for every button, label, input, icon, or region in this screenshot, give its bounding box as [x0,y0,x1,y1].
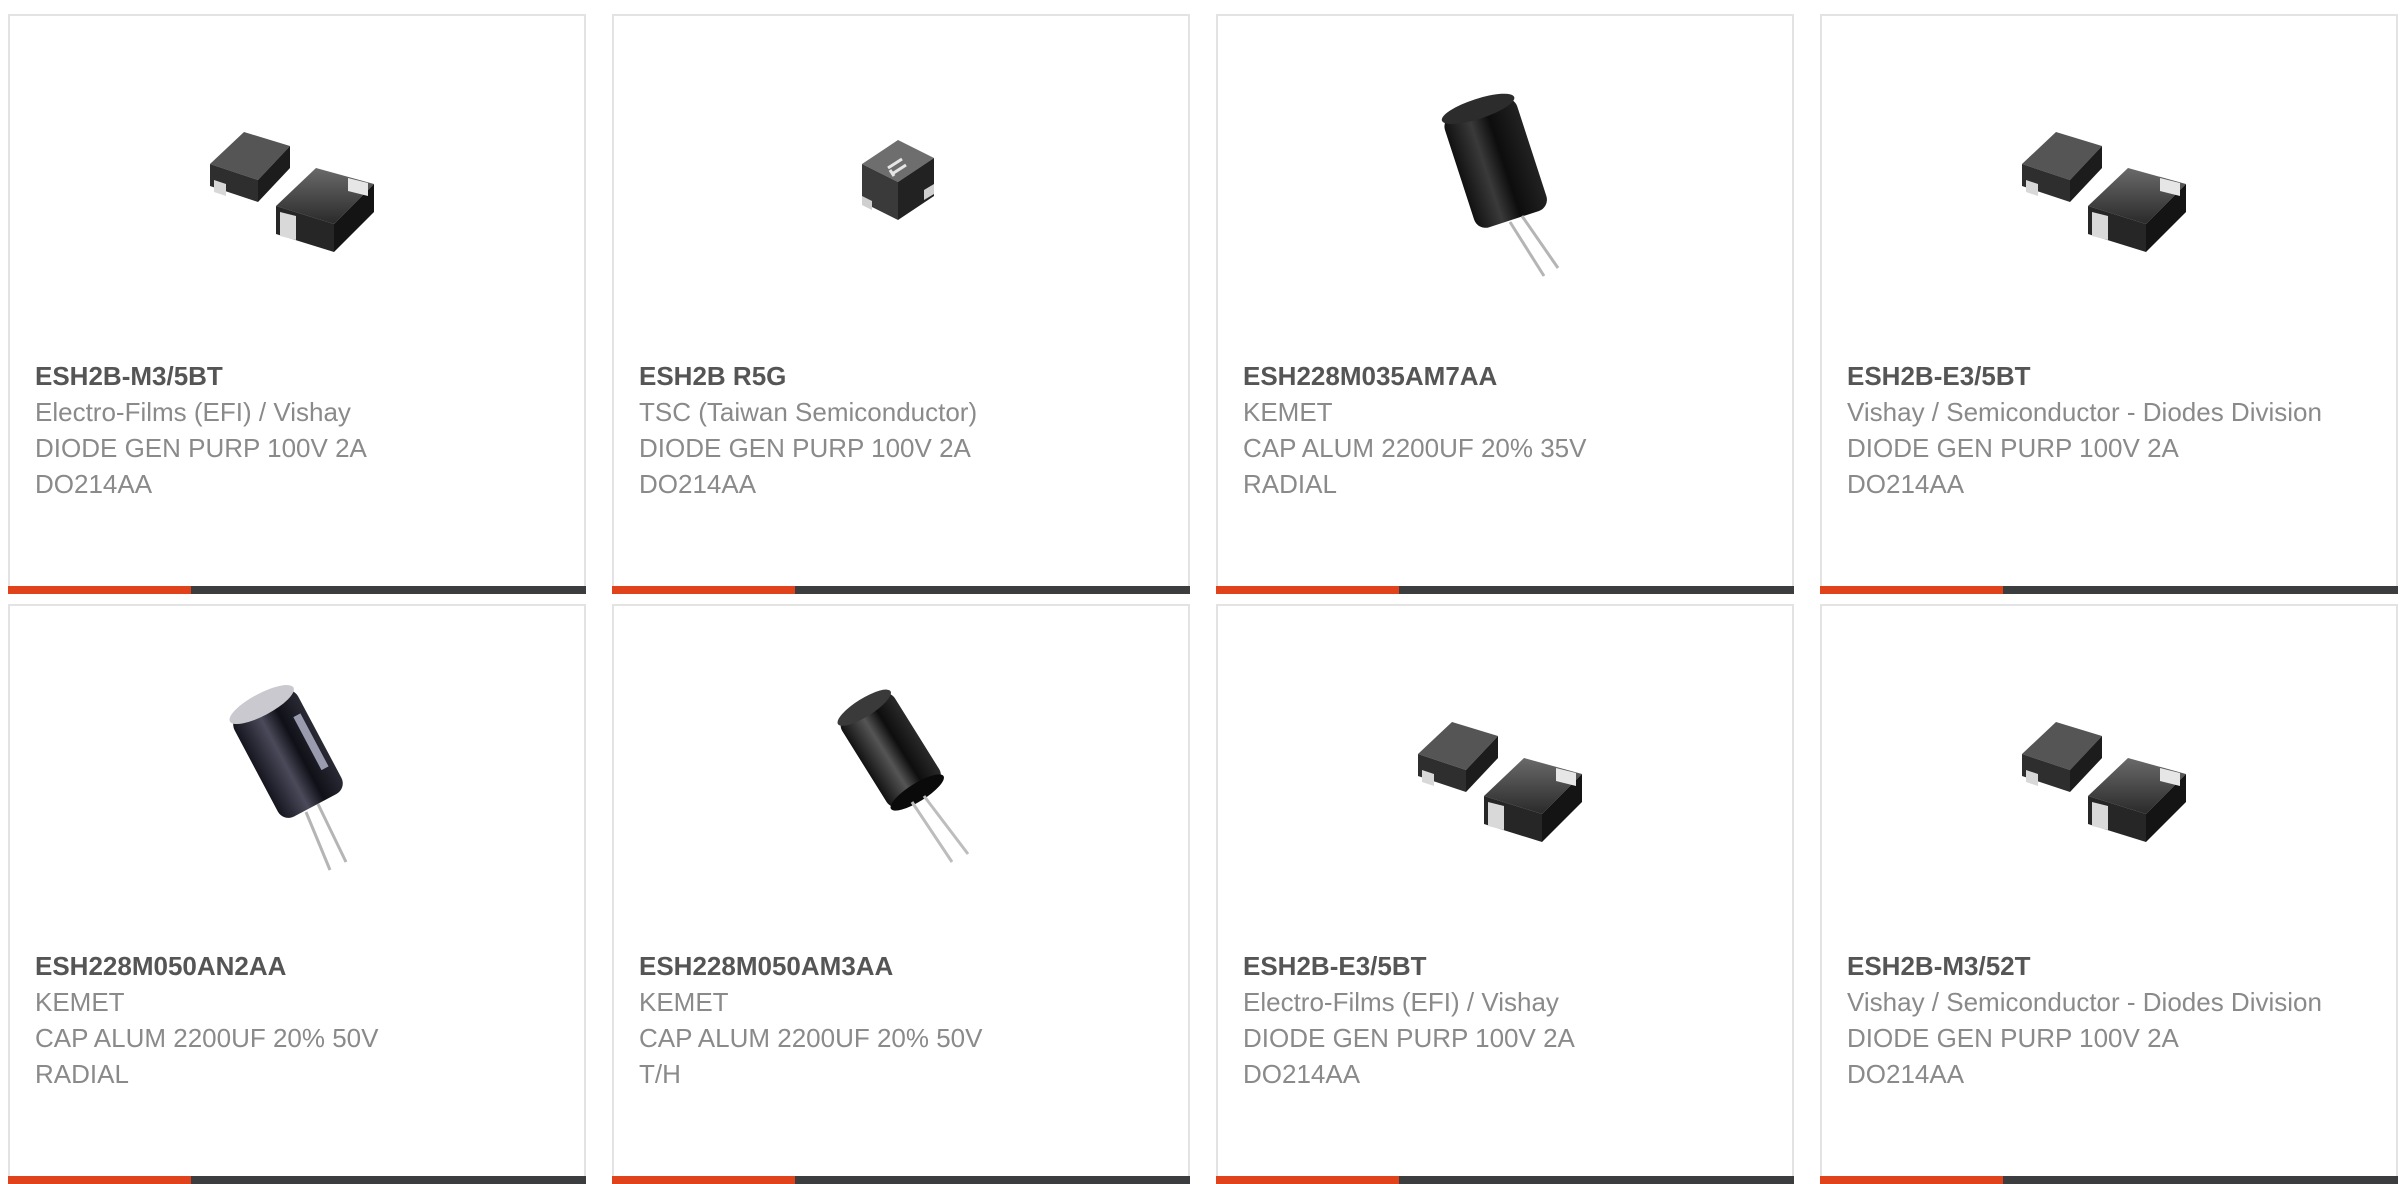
manufacturer: KEMET [35,987,125,1017]
description: DIODE GEN PURP 100V 2A [35,433,367,463]
package: DO214AA [639,469,757,499]
product-info: ESH228M035AM7AA KEMET CAP ALUM 2200UF 20… [1243,358,1763,502]
package: DO214AA [1243,1059,1361,1089]
card-bottom-bar [612,1176,1190,1184]
card-bottom-bar [8,586,586,594]
card-bottom-bar [1216,586,1794,594]
card-accent-bar [8,1176,191,1184]
package: DO214AA [1847,469,1965,499]
package: DO214AA [1847,1059,1965,1089]
electrolytic-capacitor-icon [837,689,970,863]
product-card[interactable]: ESH228M050AN2AA KEMET CAP ALUM 2200UF 20… [8,604,586,1184]
card-bottom-bar [1216,1176,1794,1184]
electrolytic-capacitor-icon [1441,93,1560,277]
card-bottom-bar [612,586,1190,594]
product-card[interactable]: ESH228M050AM3AA KEMET CAP ALUM 2200UF 20… [612,604,1190,1184]
description: DIODE GEN PURP 100V 2A [1847,1023,2179,1053]
product-info: ESH2B-M3/52T Vishay / Semiconductor - Di… [1847,948,2367,1092]
card-accent-bar [1216,586,1399,594]
package: RADIAL [35,1059,129,1089]
package: T/H [639,1059,681,1089]
card-bottom-bar [8,1176,586,1184]
smd-diode-pair-icon [2022,722,2186,842]
product-info: ESH228M050AN2AA KEMET CAP ALUM 2200UF 20… [35,948,555,1092]
product-card[interactable]: ESH2B R5G TSC (Taiwan Semiconductor) DIO… [612,14,1190,594]
manufacturer: KEMET [1243,397,1333,427]
manufacturer: TSC (Taiwan Semiconductor) [639,397,978,427]
manufacturer: Electro-Films (EFI) / Vishay [35,397,351,427]
electrolytic-capacitor-icon [229,685,348,871]
product-info: ESH2B-M3/5BT Electro-Films (EFI) / Visha… [35,358,555,502]
card-accent-bar [1820,1176,2003,1184]
description: CAP ALUM 2200UF 20% 35V [1243,433,1587,463]
product-card[interactable]: ESH2B-M3/52T Vishay / Semiconductor - Di… [1820,604,2398,1184]
card-accent-bar [8,586,191,594]
product-info: ESH228M050AM3AA KEMET CAP ALUM 2200UF 20… [639,948,1159,1092]
product-grid: ESH2B-M3/5BT Electro-Films (EFI) / Visha… [0,0,2400,1184]
product-card[interactable]: ESH2B-E3/5BT Electro-Films (EFI) / Visha… [1216,604,1794,1184]
manufacturer: KEMET [639,987,729,1017]
description: DIODE GEN PURP 100V 2A [1243,1023,1575,1053]
description: CAP ALUM 2200UF 20% 50V [35,1023,379,1053]
product-info: ESH2B R5G TSC (Taiwan Semiconductor) DIO… [639,358,1159,502]
card-bottom-bar [1820,1176,2398,1184]
product-card[interactable]: ESH228M035AM7AA KEMET CAP ALUM 2200UF 20… [1216,14,1794,594]
description: DIODE GEN PURP 100V 2A [1847,433,2179,463]
part-number[interactable]: ESH228M050AN2AA [35,948,555,984]
product-info: ESH2B-E3/5BT Electro-Films (EFI) / Visha… [1243,948,1763,1092]
description: CAP ALUM 2200UF 20% 50V [639,1023,983,1053]
package: DO214AA [35,469,153,499]
product-card[interactable]: ESH2B-E3/5BT Vishay / Semiconductor - Di… [1820,14,2398,594]
part-number[interactable]: ESH228M035AM7AA [1243,358,1763,394]
card-accent-bar [1820,586,2003,594]
package: RADIAL [1243,469,1337,499]
part-number[interactable]: ESH228M050AM3AA [639,948,1159,984]
smd-diode-pair-icon [2022,132,2186,252]
card-bottom-bar [1820,586,2398,594]
part-number[interactable]: ESH2B-M3/52T [1847,948,2367,984]
part-number[interactable]: ESH2B-E3/5BT [1847,358,2367,394]
manufacturer: Electro-Films (EFI) / Vishay [1243,987,1559,1017]
smd-diode-pair-icon [210,132,374,252]
manufacturer: Vishay / Semiconductor - Diodes Division [1847,987,2322,1017]
card-accent-bar [612,1176,795,1184]
product-card[interactable]: ESH2B-M3/5BT Electro-Films (EFI) / Visha… [8,14,586,594]
product-info: ESH2B-E3/5BT Vishay / Semiconductor - Di… [1847,358,2367,502]
smd-diode-pair-icon [1418,722,1582,842]
card-accent-bar [612,586,795,594]
description: DIODE GEN PURP 100V 2A [639,433,971,463]
smd-diode-single-icon [862,140,934,220]
manufacturer: Vishay / Semiconductor - Diodes Division [1847,397,2322,427]
part-number[interactable]: ESH2B-M3/5BT [35,358,555,394]
card-accent-bar [1216,1176,1399,1184]
part-number[interactable]: ESH2B R5G [639,358,1159,394]
part-number[interactable]: ESH2B-E3/5BT [1243,948,1763,984]
